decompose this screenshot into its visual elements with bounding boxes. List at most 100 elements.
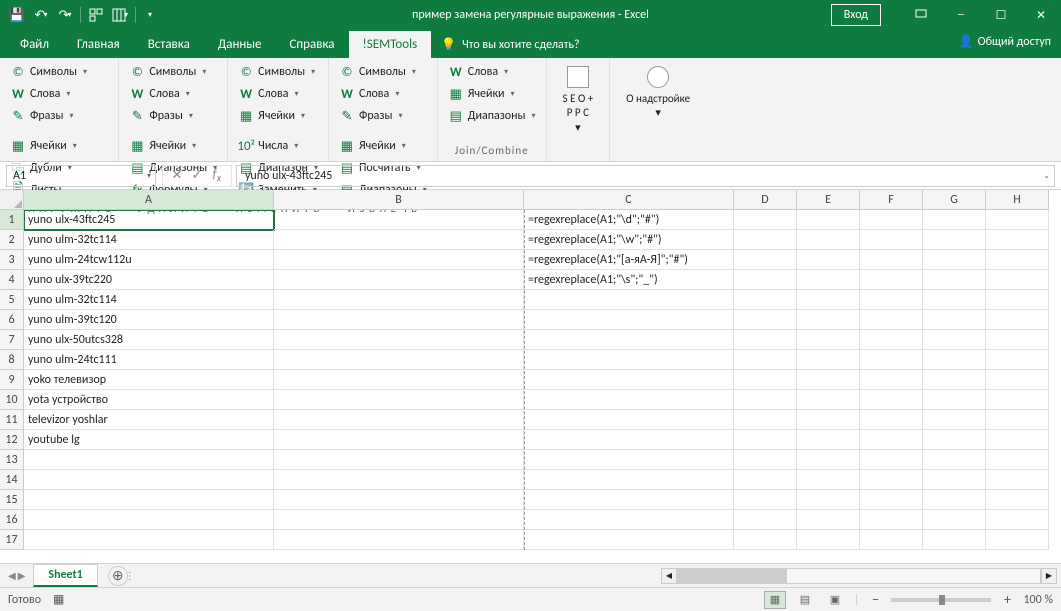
select-all-corner[interactable]: [0, 190, 24, 210]
cell[interactable]: [860, 390, 923, 410]
close-icon[interactable]: ✕: [1021, 0, 1061, 30]
join-words-button[interactable]: WСлова▾: [444, 62, 540, 82]
delete-phrases-button[interactable]: ✎Фразы▾: [125, 106, 221, 126]
cell[interactable]: [860, 210, 923, 230]
cell[interactable]: [860, 230, 923, 250]
row-header[interactable]: 9: [0, 370, 24, 390]
about-button[interactable]: О надстройке ▾: [616, 62, 700, 125]
cell[interactable]: =regexreplace(A1;"[а-яА-Я]";"#"): [524, 250, 734, 270]
change-symbols-button[interactable]: ©Символы▾: [234, 62, 322, 82]
cell[interactable]: [860, 510, 923, 530]
row-header[interactable]: 14: [0, 470, 24, 490]
view-page-layout-icon[interactable]: ▤: [794, 591, 816, 609]
cell[interactable]: [986, 250, 1049, 270]
find-phrases-button[interactable]: ✎Фразы▾: [6, 106, 112, 126]
cell[interactable]: [860, 250, 923, 270]
cell[interactable]: [986, 230, 1049, 250]
cell[interactable]: [797, 410, 860, 430]
extract-phrases-button[interactable]: ✎Фразы▾: [335, 106, 431, 126]
cell[interactable]: [923, 430, 986, 450]
cell[interactable]: [923, 350, 986, 370]
cell[interactable]: [734, 210, 797, 230]
cell[interactable]: =regexreplace(A1;"\s";"_"): [524, 270, 734, 290]
cell[interactable]: [923, 530, 986, 550]
cell[interactable]: [734, 490, 797, 510]
column-header[interactable]: D: [734, 190, 797, 210]
undo-icon[interactable]: ↶▾: [30, 4, 52, 26]
scroll-right-icon[interactable]: ▶: [1041, 568, 1057, 584]
sheet-nav-next-icon[interactable]: ▶: [18, 569, 26, 582]
tab-help[interactable]: Справка: [275, 31, 348, 58]
cell[interactable]: [860, 290, 923, 310]
cell[interactable]: [797, 350, 860, 370]
cell[interactable]: [734, 310, 797, 330]
cell[interactable]: [797, 510, 860, 530]
cell[interactable]: [24, 510, 274, 530]
cell[interactable]: [274, 250, 524, 270]
cell[interactable]: [524, 350, 734, 370]
extract-symbols-button[interactable]: ©Символы▾: [335, 62, 431, 82]
cell[interactable]: [923, 310, 986, 330]
cell[interactable]: [274, 410, 524, 430]
cell[interactable]: [986, 350, 1049, 370]
zoom-out-button[interactable]: −: [867, 591, 883, 608]
qat-customize-icon[interactable]: ▾: [140, 4, 162, 26]
cell[interactable]: [923, 410, 986, 430]
cell[interactable]: [734, 410, 797, 430]
formula-input[interactable]: yuno ulx-43ftc245 ⌄: [236, 165, 1055, 187]
cell[interactable]: [986, 330, 1049, 350]
expand-formula-icon[interactable]: ⌄: [1043, 171, 1050, 181]
change-numbers-button[interactable]: 10²Числа▾: [234, 136, 322, 156]
cell[interactable]: [860, 350, 923, 370]
cell[interactable]: [524, 430, 734, 450]
cell[interactable]: yuno ulm-39tc120: [24, 310, 274, 330]
join-ranges-button[interactable]: ▤Диапазоны▾: [444, 106, 540, 126]
column-header[interactable]: A: [24, 190, 274, 210]
cell[interactable]: [923, 470, 986, 490]
cell[interactable]: yuno ulm-32tc114: [24, 230, 274, 250]
cell[interactable]: [24, 530, 274, 550]
change-cells-button[interactable]: ▦Ячейки▾: [234, 106, 322, 126]
cell[interactable]: [734, 270, 797, 290]
sheet-splitter[interactable]: ⋮: [128, 569, 132, 582]
cell[interactable]: [923, 370, 986, 390]
cell[interactable]: [734, 370, 797, 390]
cell[interactable]: [734, 450, 797, 470]
cell[interactable]: [524, 450, 734, 470]
cell[interactable]: [734, 250, 797, 270]
cell[interactable]: [274, 310, 524, 330]
cell[interactable]: [860, 370, 923, 390]
row-header[interactable]: 3: [0, 250, 24, 270]
cell[interactable]: [860, 430, 923, 450]
cell[interactable]: [986, 470, 1049, 490]
cell[interactable]: [734, 350, 797, 370]
cell[interactable]: [797, 330, 860, 350]
column-header[interactable]: C: [524, 190, 734, 210]
tab-home[interactable]: Главная: [63, 31, 134, 58]
cell[interactable]: [986, 310, 1049, 330]
row-header[interactable]: 1: [0, 210, 24, 230]
cell[interactable]: [860, 450, 923, 470]
cell[interactable]: [797, 530, 860, 550]
find-symbols-button[interactable]: ©Символы▾: [6, 62, 112, 82]
cell[interactable]: =regexreplace(A1;"\d";"#"): [524, 210, 734, 230]
cell[interactable]: [986, 270, 1049, 290]
scroll-thumb[interactable]: [678, 569, 787, 583]
chevron-down-icon[interactable]: ▾: [147, 171, 151, 181]
cell[interactable]: [274, 490, 524, 510]
view-normal-icon[interactable]: ▦: [764, 591, 786, 609]
cell[interactable]: [274, 510, 524, 530]
column-header[interactable]: F: [860, 190, 923, 210]
cell[interactable]: [274, 450, 524, 470]
row-header[interactable]: 5: [0, 290, 24, 310]
zoom-slider[interactable]: [891, 598, 991, 602]
extract-cells-button[interactable]: ▦Ячейки▾: [335, 136, 431, 156]
cell[interactable]: [734, 470, 797, 490]
row-header[interactable]: 4: [0, 270, 24, 290]
cell[interactable]: [734, 230, 797, 250]
row-header[interactable]: 13: [0, 450, 24, 470]
tab-data[interactable]: Данные: [204, 31, 276, 58]
row-header[interactable]: 17: [0, 530, 24, 550]
join-cells-button[interactable]: ▦Ячейки▾: [444, 84, 540, 104]
cell[interactable]: [797, 210, 860, 230]
